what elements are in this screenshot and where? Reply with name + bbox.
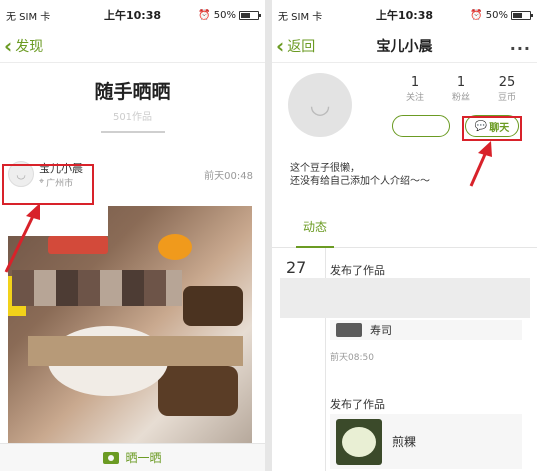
annotation-arrow <box>4 203 40 273</box>
profile-screen: 无 SIM 卡 上午10:38 ⏰ 50% ‹ 返回 宝儿小晨 ··· ◡ 1 … <box>272 0 537 471</box>
discover-board-screen: 无 SIM 卡 上午10:38 ⏰ 50% ‹ 发现 随手晒晒 501作品 ◡ … <box>0 0 265 471</box>
annotation-arrow <box>469 141 492 187</box>
